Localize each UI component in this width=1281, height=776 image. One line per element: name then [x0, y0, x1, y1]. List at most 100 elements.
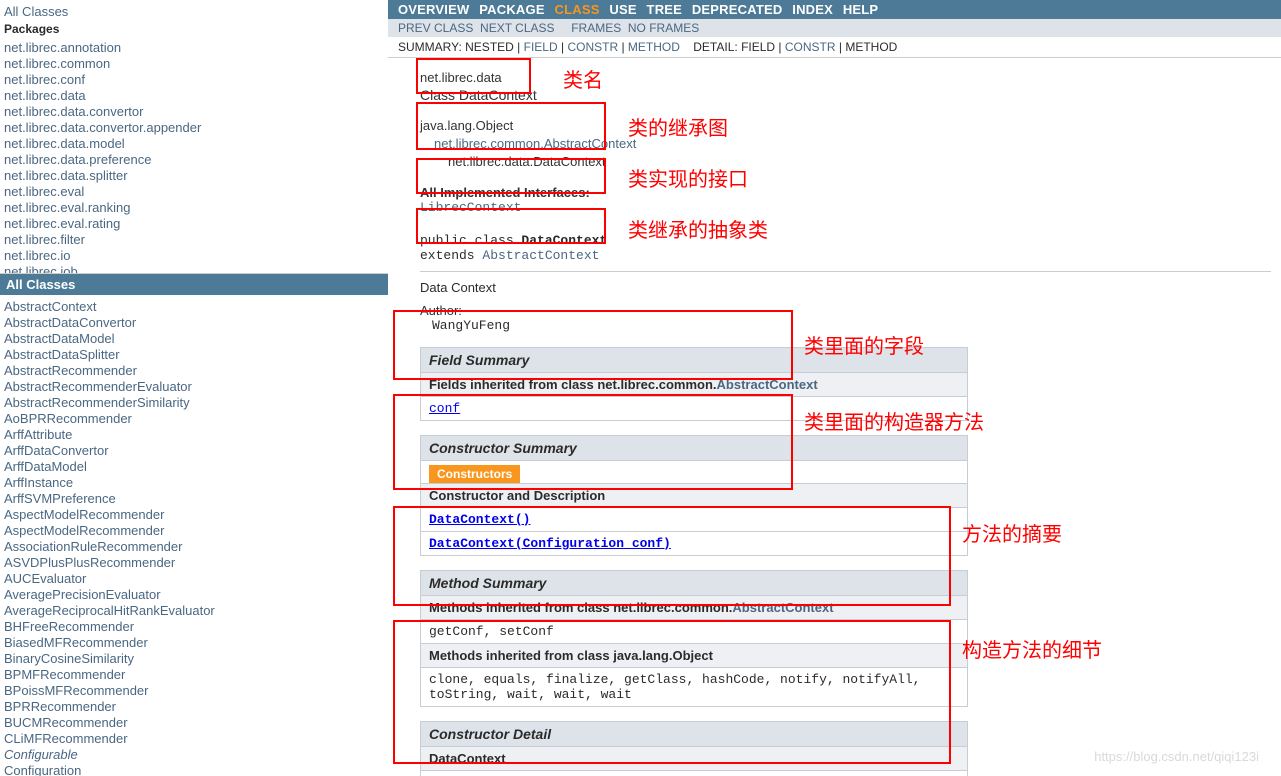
- nav-help[interactable]: HELP: [843, 2, 878, 17]
- class-link[interactable]: ASVDPlusPlusRecommender: [4, 555, 384, 571]
- methods-inherited-object-label: Methods inherited from class java.lang.O…: [429, 648, 713, 663]
- frames-link[interactable]: FRAMES: [571, 21, 621, 35]
- package-link[interactable]: net.librec.eval: [4, 184, 384, 200]
- prev-class-link[interactable]: PREV CLASS: [398, 21, 473, 35]
- constructor-link[interactable]: DataContext(Configuration conf): [429, 536, 671, 551]
- summary-method[interactable]: METHOD: [628, 40, 680, 54]
- package-link[interactable]: net.librec.filter: [4, 232, 384, 248]
- nav-package[interactable]: PACKAGE: [479, 2, 544, 17]
- package-link[interactable]: net.librec.job: [4, 264, 384, 274]
- package-link[interactable]: net.librec.data.model: [4, 136, 384, 152]
- nav-overview[interactable]: OVERVIEW: [398, 2, 469, 17]
- detail-constr[interactable]: CONSTR: [785, 40, 836, 54]
- class-link[interactable]: BHFreeRecommender: [4, 619, 384, 635]
- methods-inherited-link[interactable]: AbstractContext: [732, 600, 833, 615]
- implemented-interfaces: All Implemented Interfaces: LibrecContex…: [420, 185, 1271, 215]
- constructor-row: DataContext(Configuration conf): [420, 532, 968, 556]
- package-link[interactable]: net.librec.io: [4, 248, 384, 264]
- methods-inherited-object-row: Methods inherited from class java.lang.O…: [420, 644, 968, 668]
- class-link[interactable]: ArffAttribute: [4, 427, 384, 443]
- annotation-text: 类名: [563, 64, 603, 93]
- inherited-object-methods-list: clone, equals, finalize, getClass, hashC…: [420, 668, 968, 707]
- package-link[interactable]: net.librec.data: [4, 88, 384, 104]
- constructor-link[interactable]: DataContext(): [429, 512, 530, 527]
- class-link[interactable]: ArffDataConvertor: [4, 443, 384, 459]
- class-link[interactable]: AbstractDataModel: [4, 331, 384, 347]
- class-link[interactable]: AbstractDataConvertor: [4, 315, 384, 331]
- class-link[interactable]: BPoissMFRecommender: [4, 683, 384, 699]
- decl-extends: extends: [420, 248, 482, 263]
- class-link[interactable]: BPRRecommender: [4, 699, 384, 715]
- inherit-level-1: net.librec.common.AbstractContext: [420, 135, 1271, 153]
- packages-heading: Packages: [4, 22, 384, 36]
- package-link[interactable]: net.librec.data.convertor: [4, 104, 384, 120]
- summary-nav: SUMMARY: NESTED | FIELD | CONSTR | METHO…: [388, 37, 1281, 58]
- class-declaration: public class DataContext extends Abstrac…: [420, 233, 1271, 263]
- sub-nav: PREV CLASS NEXT CLASS FRAMES NO FRAMES: [388, 19, 1281, 37]
- noframes-link[interactable]: NO FRAMES: [628, 21, 699, 35]
- class-link[interactable]: AbstractRecommender: [4, 363, 384, 379]
- package-link[interactable]: net.librec.data.preference: [4, 152, 384, 168]
- annotation-text: 构造方法的细节: [962, 634, 1102, 663]
- class-link[interactable]: Configurable: [4, 747, 384, 763]
- class-link[interactable]: AverageReciprocalHitRankEvaluator: [4, 603, 384, 619]
- author-label: Author:: [420, 303, 1271, 318]
- class-link[interactable]: BiasedMFRecommender: [4, 635, 384, 651]
- class-link[interactable]: AspectModelRecommender: [4, 507, 384, 523]
- constructor-row: DataContext(): [420, 508, 968, 532]
- constructor-detail-sig: public DataContext(): [420, 771, 968, 776]
- class-link[interactable]: BinaryCosineSimilarity: [4, 651, 384, 667]
- impl-label: All Implemented Interfaces:: [420, 185, 1271, 200]
- class-link[interactable]: AveragePrecisionEvaluator: [4, 587, 384, 603]
- methods-inherited-label: Methods inherited from class net.librec.…: [429, 600, 732, 615]
- nav-index[interactable]: INDEX: [792, 2, 833, 17]
- package-link[interactable]: net.librec.data.splitter: [4, 168, 384, 184]
- summary-label: SUMMARY:: [398, 40, 462, 54]
- package-link[interactable]: net.librec.conf: [4, 72, 384, 88]
- package-link[interactable]: net.librec.eval.rating: [4, 216, 384, 232]
- summary-constr[interactable]: CONSTR: [567, 40, 618, 54]
- summary-field[interactable]: FIELD: [524, 40, 558, 54]
- class-link[interactable]: ArffSVMPreference: [4, 491, 384, 507]
- nav-use[interactable]: USE: [609, 2, 636, 17]
- inherit-link[interactable]: net.librec.common.AbstractContext: [434, 136, 636, 151]
- class-link[interactable]: CLiMFRecommender: [4, 731, 384, 747]
- package-link[interactable]: net.librec.eval.ranking: [4, 200, 384, 216]
- inherited-field-link[interactable]: conf: [429, 401, 460, 416]
- decl-extends-link[interactable]: AbstractContext: [482, 248, 599, 263]
- detail-field: FIELD: [741, 40, 775, 54]
- all-classes-bar: All Classes: [0, 274, 388, 295]
- methods-inherited-row: Methods inherited from class net.librec.…: [420, 596, 968, 620]
- constructor-detail-title: Constructor Detail: [420, 721, 968, 747]
- class-link[interactable]: AoBPRRecommender: [4, 411, 384, 427]
- fields-inherited-link[interactable]: AbstractContext: [717, 377, 818, 392]
- class-link[interactable]: ArffInstance: [4, 475, 384, 491]
- class-link[interactable]: BPMFRecommender: [4, 667, 384, 683]
- package-link[interactable]: net.librec.annotation: [4, 40, 384, 56]
- class-link[interactable]: Configuration: [4, 763, 384, 776]
- package-link[interactable]: net.librec.common: [4, 56, 384, 72]
- nav-class[interactable]: CLASS: [555, 2, 600, 17]
- constructor-col-header: Constructor and Description: [420, 484, 968, 508]
- next-class-link[interactable]: NEXT CLASS: [480, 21, 554, 35]
- nav-deprecated[interactable]: DEPRECATED: [692, 2, 783, 17]
- class-link[interactable]: AbstractDataSplitter: [4, 347, 384, 363]
- package-link[interactable]: net.librec.data.convertor.appender: [4, 120, 384, 136]
- annotation-text: 类实现的接口: [628, 163, 748, 192]
- all-classes-link[interactable]: All Classes: [4, 4, 384, 20]
- class-link[interactable]: AbstractRecommenderSimilarity: [4, 395, 384, 411]
- class-link[interactable]: AspectModelRecommender: [4, 523, 384, 539]
- package-name: net.librec.data: [420, 70, 1271, 85]
- class-title: Class DataContext: [420, 87, 1271, 103]
- nav-tree[interactable]: TREE: [647, 2, 682, 17]
- class-link[interactable]: ArffDataModel: [4, 459, 384, 475]
- class-link[interactable]: AbstractRecommenderEvaluator: [4, 379, 384, 395]
- fields-inherited-label: Fields inherited from class net.librec.c…: [429, 377, 717, 392]
- annotation-text: 类的继承图: [628, 112, 728, 141]
- annotation-text: 方法的摘要: [962, 518, 1062, 547]
- class-link[interactable]: BUCMRecommender: [4, 715, 384, 731]
- class-link[interactable]: AUCEvaluator: [4, 571, 384, 587]
- class-link[interactable]: AssociationRuleRecommender: [4, 539, 384, 555]
- class-link[interactable]: AbstractContext: [4, 299, 384, 315]
- impl-interface-link[interactable]: LibrecContext: [420, 200, 521, 215]
